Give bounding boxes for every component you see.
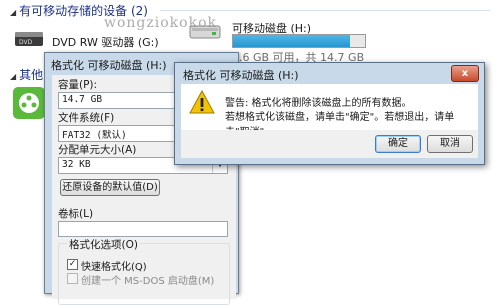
cancel-button[interactable]: 取消 [427,135,473,153]
warning-icon [189,90,215,114]
format-options-group: 格式化选项(O) ✓ 快速格式化(Q) 创建一个 MS-DOS 启动盘(M) [58,237,230,305]
usb-usage-bar [232,34,366,48]
format-dialog-title: 格式化 可移动磁盘 (H:) [51,59,167,72]
quick-format-label: 快速格式化(Q) [81,262,147,273]
msdos-label: 创建一个 MS-DOS 启动盘(M) [81,276,215,287]
allocation-label: 分配单元大小(A) [58,144,137,156]
usb-usage-fill [233,35,351,47]
other-section-header[interactable]: ◢ 其他 [10,66,43,83]
quick-format-checkbox[interactable]: ✓ [67,259,78,270]
format-options-title: 格式化选项(O) [67,237,140,252]
dvd-drive-label: DVD RW 驱动器 (G:) [52,36,159,49]
collapse-arrow-icon[interactable]: ◢ [10,72,16,81]
close-button[interactable]: x [451,65,479,82]
warning-dialog-title: 格式化 可移动磁盘 (H:) [183,69,299,82]
watermark-text: wongziokokok [104,15,217,31]
restore-defaults-button[interactable]: 还原设备的默认值(D) [60,179,160,196]
svg-text:DVD: DVD [19,39,33,46]
capacity-label: 容量(P): [58,79,98,91]
collapse-arrow-icon[interactable]: ◢ [10,8,16,17]
allocation-value: 32 KB [62,159,91,170]
filesystem-value: FAT32 (默认) [62,130,127,141]
warning-dialog-body: 警告: 格式化将删除该磁盘上的所有数据。 若想格式化该磁盘，请单击"确定"。若想… [181,84,478,158]
warning-dialog-footer: 确定 取消 [181,130,478,158]
ok-button[interactable]: 确定 [375,135,421,153]
volume-label: 卷标(L) [58,208,94,220]
other-header-label: 其他 [19,68,44,82]
media-player-icon[interactable] [12,86,46,120]
filesystem-label: 文件系统(F) [58,112,115,124]
msdos-checkbox[interactable] [67,273,78,284]
section-divider [160,10,490,11]
warning-dialog: 格式化 可移动磁盘 (H:) x 警告: 格式化将删除该磁盘上的所有数据。 若想… [174,62,485,165]
dvd-drive-icon: DVD [15,32,43,46]
capacity-value: 14.7 GB [62,94,103,105]
warning-message-line1: 警告: 格式化将删除该磁盘上的所有数据。 [225,98,412,109]
close-icon: x [461,68,469,79]
volume-label-input[interactable] [58,221,228,237]
